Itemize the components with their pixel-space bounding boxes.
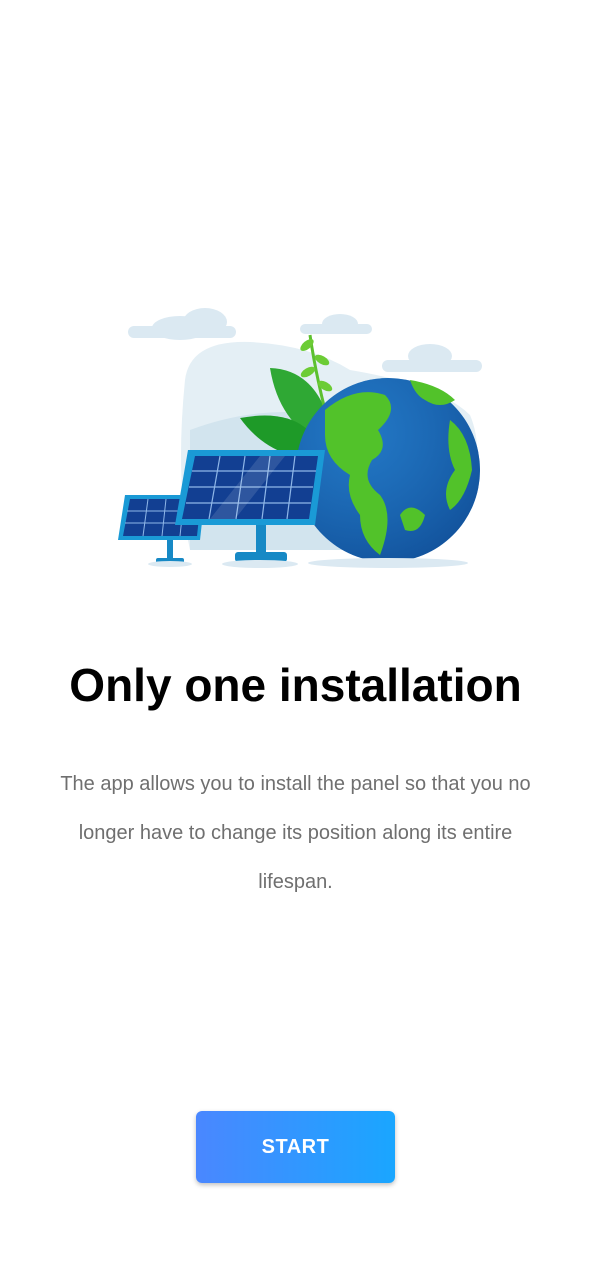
solar-panel-icon [175,450,325,568]
cloud-icon [382,344,482,372]
onboarding-description: The app allows you to install the panel … [60,773,531,893]
solar-earth-illustration [118,308,482,568]
onboarding-title: Only one installation [69,659,522,711]
start-button[interactable]: START [196,1111,395,1183]
cloud-icon [128,308,236,340]
cloud-icon [300,314,372,334]
